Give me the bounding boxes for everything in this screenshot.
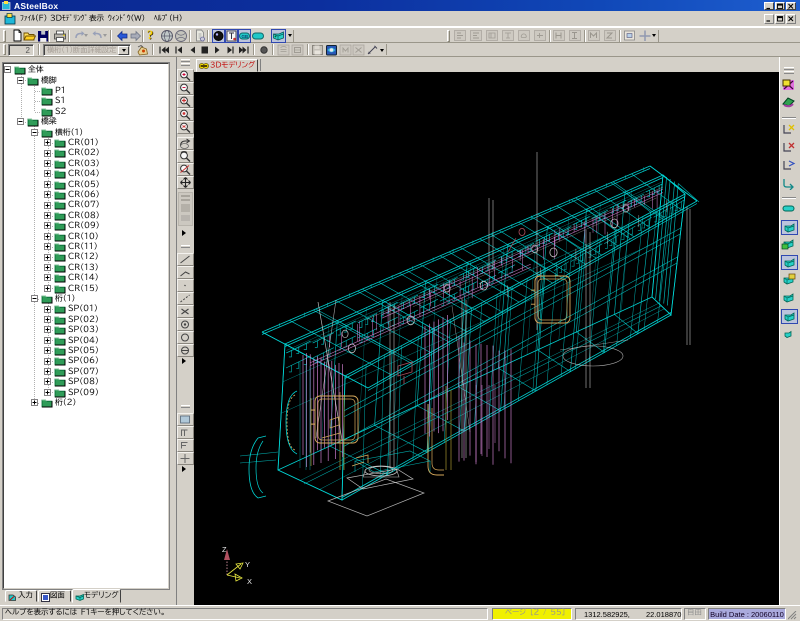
svg-text:GB: GB: [242, 34, 249, 39]
svg-text:Z: Z: [222, 545, 227, 554]
svg-text:X: X: [247, 577, 252, 586]
svg-text:Y: Y: [245, 560, 250, 569]
